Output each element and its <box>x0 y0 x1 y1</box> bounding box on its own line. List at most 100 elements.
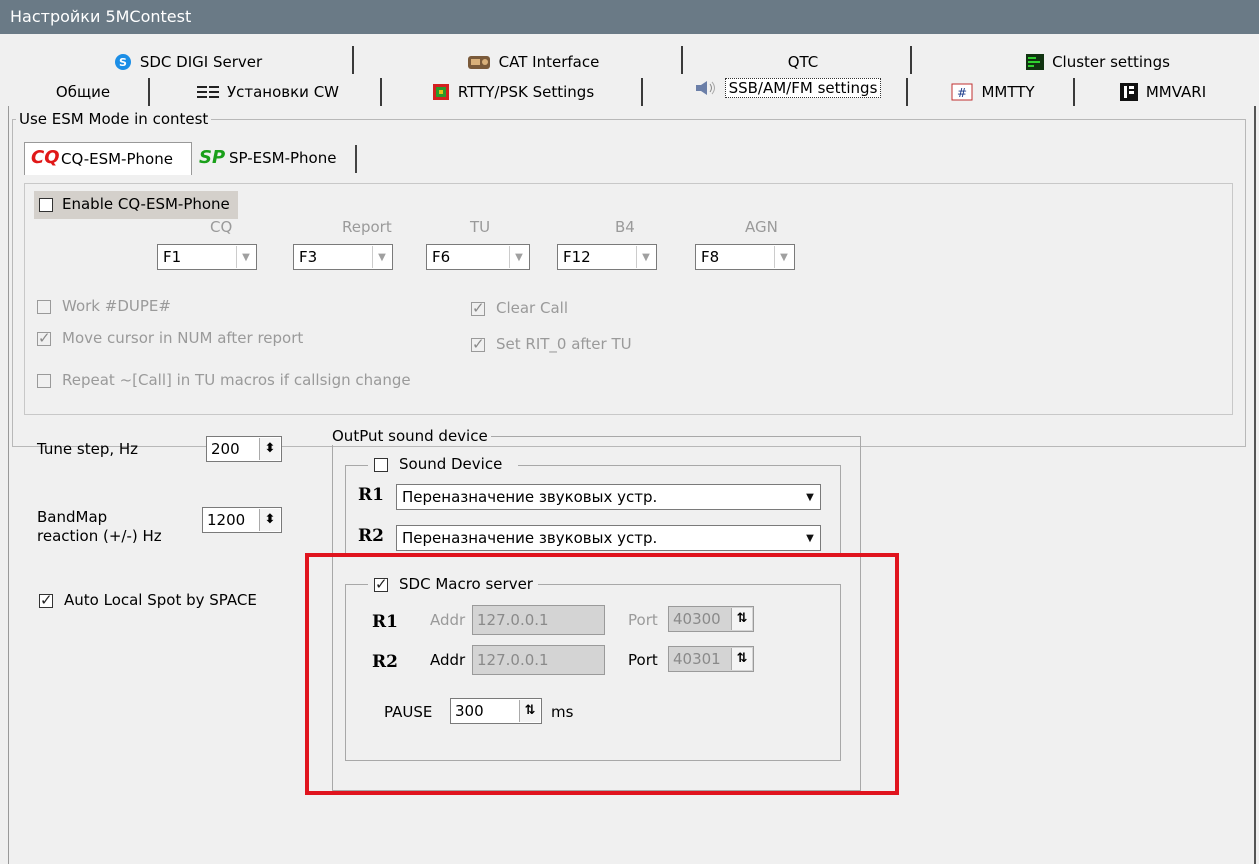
tab-mmtty[interactable]: # MMTTY <box>928 78 1058 106</box>
chevron-down-icon[interactable]: ▼ <box>636 246 655 268</box>
cluster-icon <box>1026 54 1045 70</box>
auto-local-spot-label: Auto Local Spot by SPACE <box>64 591 257 609</box>
esm-group-title: Use ESM Mode in contest <box>16 110 212 128</box>
enable-cq-esm-label: Enable CQ-ESM-Phone <box>62 195 230 213</box>
bandmap-label-line2: reaction (+/-) Hz <box>37 527 162 545</box>
settings-tab-strip: S SDC DIGI Server CAT Interface QTC Clus… <box>8 44 1252 106</box>
tab-sdc-digi-server[interactable]: S SDC DIGI Server <box>58 48 318 76</box>
agn-key-select[interactable]: F8 ▼ <box>695 244 795 270</box>
tab-separator <box>148 78 150 106</box>
sdc-icon: S <box>114 54 131 70</box>
report-key-select[interactable]: F3 ▼ <box>293 244 393 270</box>
repeat-call-label: Repeat ~[Call] in TU macros if callsign … <box>62 371 411 389</box>
tab-label: CAT Interface <box>498 53 600 71</box>
spin-arrows-icon[interactable]: ⬍ <box>259 509 280 531</box>
tab-ssb-am-fm-settings[interactable]: SSB/AM/FM settings <box>668 74 908 102</box>
bandmap-reaction-spinner[interactable]: 1200 ⬍ <box>202 507 282 533</box>
tab-separator <box>352 46 354 74</box>
select-value: F6 <box>432 248 451 266</box>
bandmap-label-line1: BandMap <box>37 508 108 526</box>
tab-cluster-settings[interactable]: Cluster settings <box>968 48 1228 76</box>
select-value: F3 <box>299 248 318 266</box>
chevron-down-icon[interactable]: ▼ <box>774 246 793 268</box>
subtab-label: CQ-ESM-Phone <box>61 150 173 168</box>
set-rit-label: Set RIT_0 after TU <box>496 335 632 353</box>
cq-badge-icon: CQ <box>31 147 60 168</box>
svg-text:S: S <box>119 56 127 69</box>
chevron-down-icon[interactable]: ▼ <box>236 246 255 268</box>
check-icon: ✓ <box>38 329 51 347</box>
work-dupe-checkbox[interactable] <box>37 300 51 314</box>
sound-device-label: Sound Device <box>399 455 503 473</box>
sound-device-toggle[interactable]: Sound Device <box>368 455 518 475</box>
sp-badge-icon: SP <box>199 147 226 168</box>
key-header-cq: CQ <box>210 218 233 236</box>
work-dupe-label: Work #DUPE# <box>62 297 171 315</box>
enable-cq-esm-row[interactable]: Enable CQ-ESM-Phone <box>34 191 238 219</box>
tab-label: RTTY/PSK Settings <box>457 83 595 101</box>
tune-step-spinner[interactable]: 200 ⬍ <box>206 436 282 462</box>
mmtty-icon: # <box>951 83 973 101</box>
tab-qtc[interactable]: QTC <box>708 48 898 76</box>
repeat-call-checkbox[interactable] <box>37 374 51 388</box>
tu-key-select[interactable]: F6 ▼ <box>426 244 530 270</box>
spin-arrows-icon[interactable]: ⬍ <box>259 438 280 460</box>
move-cursor-checkbox[interactable]: ✓ <box>37 329 51 347</box>
chevron-down-icon[interactable]: ▼ <box>801 486 819 508</box>
move-cursor-label: Move cursor in NUM after report <box>62 329 304 347</box>
tab-label: QTC <box>787 53 819 71</box>
tab-separator <box>1073 78 1075 106</box>
tune-step-label: Tune step, Hz <box>37 440 139 458</box>
output-sound-title: OutPut sound device <box>329 427 491 445</box>
check-icon: ✓ <box>472 299 485 317</box>
tab-separator <box>906 78 908 106</box>
tab-label: MMVARI <box>1145 83 1207 101</box>
clear-call-checkbox[interactable]: ✓ <box>471 299 485 317</box>
radio-icon <box>467 56 490 69</box>
tab-label: MMTTY <box>981 83 1035 101</box>
tab-mmvari[interactable]: MMVARI <box>1093 78 1233 106</box>
window-edge <box>1254 106 1256 864</box>
chevron-down-icon[interactable]: ▼ <box>801 527 819 549</box>
r1-label: R1 <box>358 485 384 505</box>
key-header-tu: TU <box>470 218 491 236</box>
tab-rtty-psk-settings[interactable]: RTTY/PSK Settings <box>398 78 628 106</box>
cw-icon <box>196 86 219 98</box>
subtab-label: SP-ESM-Phone <box>229 149 337 167</box>
key-header-report: Report <box>342 218 392 236</box>
r2-sound-device-select[interactable]: Переназначение звуковых устр. ▼ <box>396 525 821 551</box>
select-value: F8 <box>701 248 720 266</box>
tab-label: SSB/AM/FM settings <box>724 78 882 98</box>
sound-device-checkbox[interactable] <box>374 458 388 472</box>
subtab-sp-esm-phone[interactable]: SP SP-ESM-Phone <box>191 145 357 173</box>
subtab-cq-esm-phone[interactable]: CQ CQ-ESM-Phone <box>24 142 192 175</box>
select-value: F1 <box>163 248 182 266</box>
select-value: F12 <box>563 248 591 266</box>
tab-separator <box>910 46 912 74</box>
tab-cw-settings[interactable]: Установки CW <box>168 78 368 106</box>
enable-cq-esm-checkbox[interactable] <box>39 198 53 212</box>
spinner-value: 1200 <box>207 511 246 529</box>
speaker-icon <box>695 81 715 95</box>
chevron-down-icon[interactable]: ▼ <box>372 246 391 268</box>
window-title: Настройки 5MContest <box>10 7 192 26</box>
tab-cat-interface[interactable]: CAT Interface <box>408 48 658 76</box>
chevron-down-icon[interactable]: ▼ <box>509 246 528 268</box>
check-icon: ✓ <box>40 591 53 609</box>
select-value: Переназначение звуковых устр. <box>402 529 658 547</box>
clear-call-label: Clear Call <box>496 299 568 317</box>
key-header-agn: AGN <box>745 218 778 236</box>
r2-label: R2 <box>358 526 384 546</box>
tab-separator <box>681 46 683 74</box>
svg-text:#: # <box>957 86 967 100</box>
b4-key-select[interactable]: F12 ▼ <box>557 244 657 270</box>
tab-separator <box>641 78 643 106</box>
select-value: Переназначение звуковых устр. <box>402 488 658 506</box>
set-rit-checkbox[interactable]: ✓ <box>471 335 485 353</box>
tab-label: Установки CW <box>226 83 340 101</box>
tab-general[interactable]: Общие <box>28 78 138 106</box>
highlight-box <box>305 553 899 795</box>
cq-key-select[interactable]: F1 ▼ <box>157 244 257 270</box>
r1-sound-device-select[interactable]: Переназначение звуковых устр. ▼ <box>396 484 821 510</box>
auto-local-spot-checkbox[interactable]: ✓ <box>39 591 53 609</box>
